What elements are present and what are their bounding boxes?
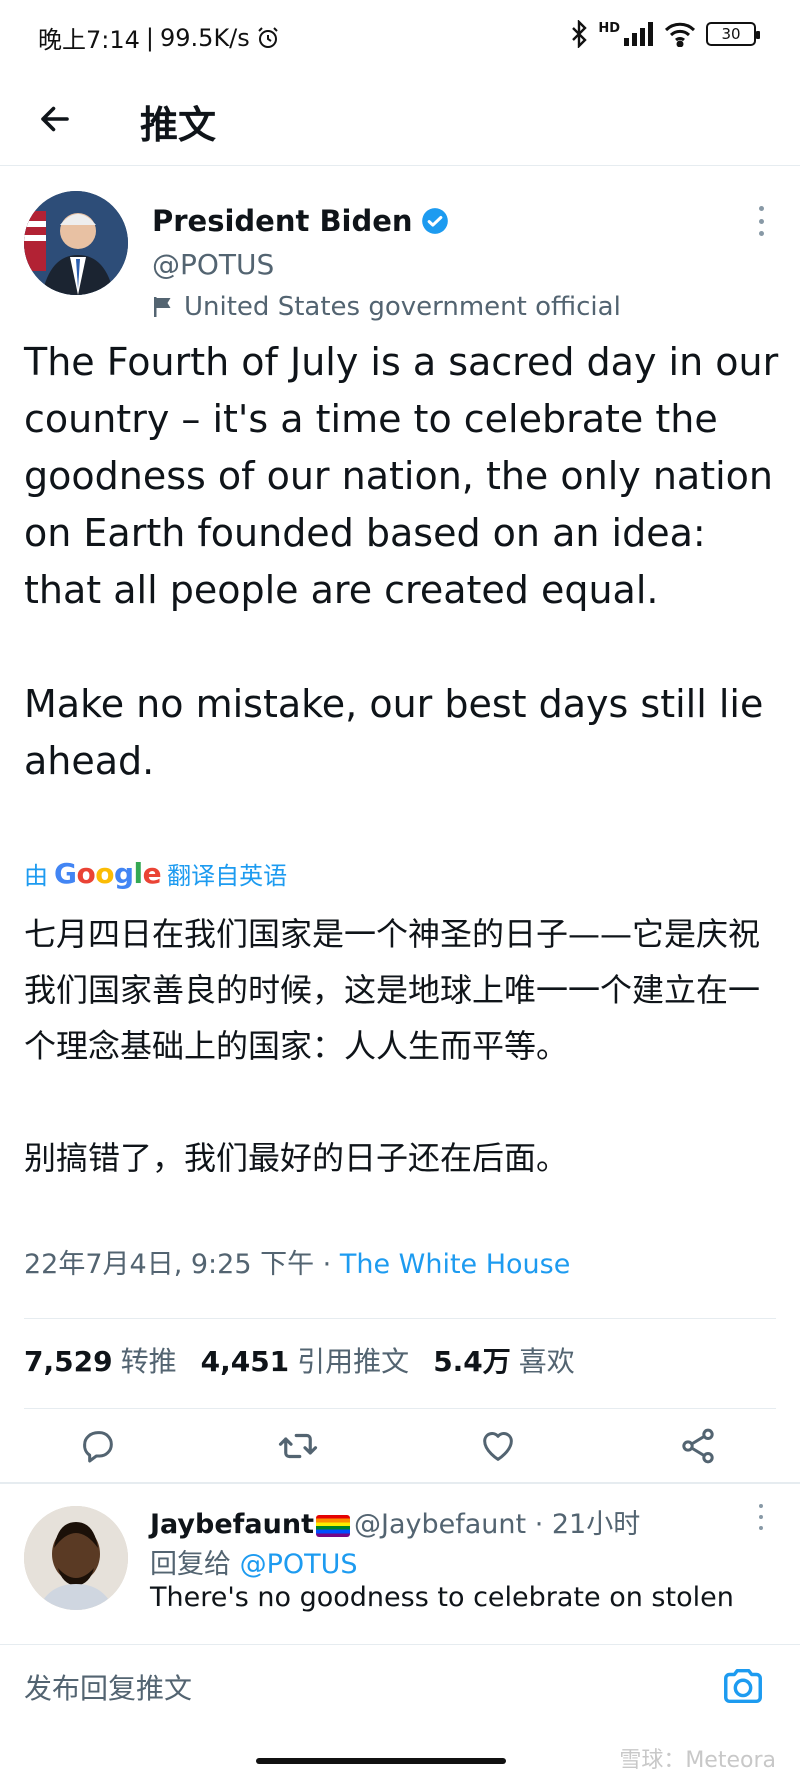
divider bbox=[24, 1318, 776, 1319]
reply-time: · 21小时 bbox=[526, 1509, 641, 1540]
reply-author-handle[interactable]: @Jaybefaunt bbox=[354, 1509, 526, 1540]
author-avatar[interactable] bbox=[24, 191, 128, 295]
avatar-image bbox=[24, 191, 128, 295]
retweets-stat[interactable]: 7,529 转推 bbox=[24, 1340, 177, 1380]
reply-to-line: 回复给 @POTUS bbox=[150, 1542, 358, 1581]
verified-badge-icon bbox=[421, 208, 448, 234]
heart-icon bbox=[483, 1432, 513, 1461]
reply-to-mention[interactable]: @POTUS bbox=[240, 1549, 358, 1580]
reply-button[interactable] bbox=[72, 1420, 124, 1472]
google-logo: Google bbox=[54, 857, 162, 890]
compose-bar: 发布回复推文 bbox=[0, 1644, 800, 1734]
rainbow-flag-icon bbox=[316, 1514, 350, 1537]
likes-stat[interactable]: 5.4万 喜欢 bbox=[433, 1340, 575, 1380]
wifi-icon bbox=[664, 22, 696, 47]
quotes-stat[interactable]: 4,451 引用推文 bbox=[201, 1340, 410, 1380]
reply-icon bbox=[83, 1431, 113, 1463]
alarm-icon bbox=[258, 26, 278, 48]
divider bbox=[24, 1408, 776, 1409]
reply-author-name[interactable]: Jaybefaunt bbox=[150, 1509, 314, 1540]
battery-level: 30 bbox=[721, 25, 741, 43]
like-button[interactable] bbox=[472, 1420, 524, 1472]
share-button[interactable] bbox=[672, 1420, 724, 1472]
status-bar: 晚上7:14 | 99.5K/s HD 30 bbox=[0, 0, 800, 74]
battery-indicator: 30 bbox=[706, 22, 760, 46]
likes-count: 5.4万 bbox=[433, 1345, 511, 1378]
bluetooth-icon bbox=[572, 20, 588, 48]
arrow-left-icon bbox=[41, 106, 69, 132]
author-handle[interactable]: @POTUS bbox=[152, 248, 274, 281]
tweet-text: The Fourth of July is a sacred day in ou… bbox=[24, 340, 779, 783]
translate-suffix: 翻译自英语 bbox=[167, 862, 288, 890]
network-type: HD bbox=[598, 20, 620, 36]
share-icon bbox=[682, 1428, 714, 1464]
signal-icon bbox=[624, 22, 653, 46]
watermark: 雪球：Meteora bbox=[619, 1748, 776, 1773]
tweet-source[interactable]: The White House bbox=[340, 1249, 571, 1280]
quotes-label: 引用推文 bbox=[297, 1345, 410, 1378]
translated-text: 七月四日在我们国家是一个神圣的日子——它是庆祝我们国家善良的时候，这是地球上唯一… bbox=[24, 915, 761, 1177]
retweet-button[interactable] bbox=[272, 1420, 324, 1472]
retweets-count: 7,529 bbox=[24, 1345, 113, 1378]
reply-tweet[interactable]: Jaybefaunt @Jaybefaunt · 21小时 回复给 @POTUS … bbox=[0, 1484, 800, 1624]
retweet-icon bbox=[278, 1433, 318, 1459]
back-button[interactable] bbox=[30, 94, 80, 144]
reply-avatar-image bbox=[24, 1506, 128, 1610]
translate-prefix: 由 bbox=[24, 862, 48, 890]
author-name-row: President Biden bbox=[152, 204, 449, 238]
tweet-meta: 22年7月4日, 9:25 下午 · The White House bbox=[24, 1242, 570, 1281]
status-separator: | bbox=[145, 23, 154, 52]
status-left: 晚上7:14 | 99.5K/s bbox=[38, 20, 280, 55]
status-right: HD 30 bbox=[570, 20, 760, 48]
reply-avatar[interactable] bbox=[24, 1506, 128, 1610]
translation-attribution[interactable]: 由 Google 翻译自英语 bbox=[24, 856, 287, 891]
meta-separator: · bbox=[314, 1249, 340, 1280]
government-label-text: United States government official bbox=[184, 292, 621, 322]
reply-text: There's no goodness to celebrate on stol… bbox=[150, 1582, 734, 1613]
retweets-label: 转推 bbox=[120, 1345, 177, 1378]
reply-header: Jaybefaunt @Jaybefaunt · 21小时 bbox=[150, 1502, 640, 1541]
tweet-stats: 7,529 转推 4,451 引用推文 5.4万 喜欢 bbox=[24, 1340, 575, 1380]
tweet-actions bbox=[0, 1410, 800, 1480]
likes-label: 喜欢 bbox=[518, 1345, 575, 1378]
flag-icon bbox=[154, 297, 171, 317]
reply-more-options-icon[interactable] bbox=[756, 1504, 766, 1530]
reply-to-label: 回复给 bbox=[150, 1549, 231, 1580]
tweet-timestamp[interactable]: 22年7月4日, 9:25 下午 bbox=[24, 1249, 314, 1280]
quotes-count: 4,451 bbox=[200, 1345, 290, 1378]
home-indicator[interactable] bbox=[256, 1758, 506, 1764]
compose-reply-input[interactable]: 发布回复推文 bbox=[24, 1667, 192, 1707]
more-options-icon[interactable] bbox=[756, 206, 766, 236]
page-title: 推文 bbox=[140, 103, 217, 147]
status-time: 晚上7:14 bbox=[38, 26, 140, 54]
page-header: 推文 bbox=[0, 74, 800, 166]
government-label: United States government official bbox=[152, 292, 621, 322]
camera-icon[interactable] bbox=[720, 1663, 766, 1709]
status-speed: 99.5K/s bbox=[160, 23, 250, 52]
author-name[interactable]: President Biden bbox=[152, 204, 413, 238]
